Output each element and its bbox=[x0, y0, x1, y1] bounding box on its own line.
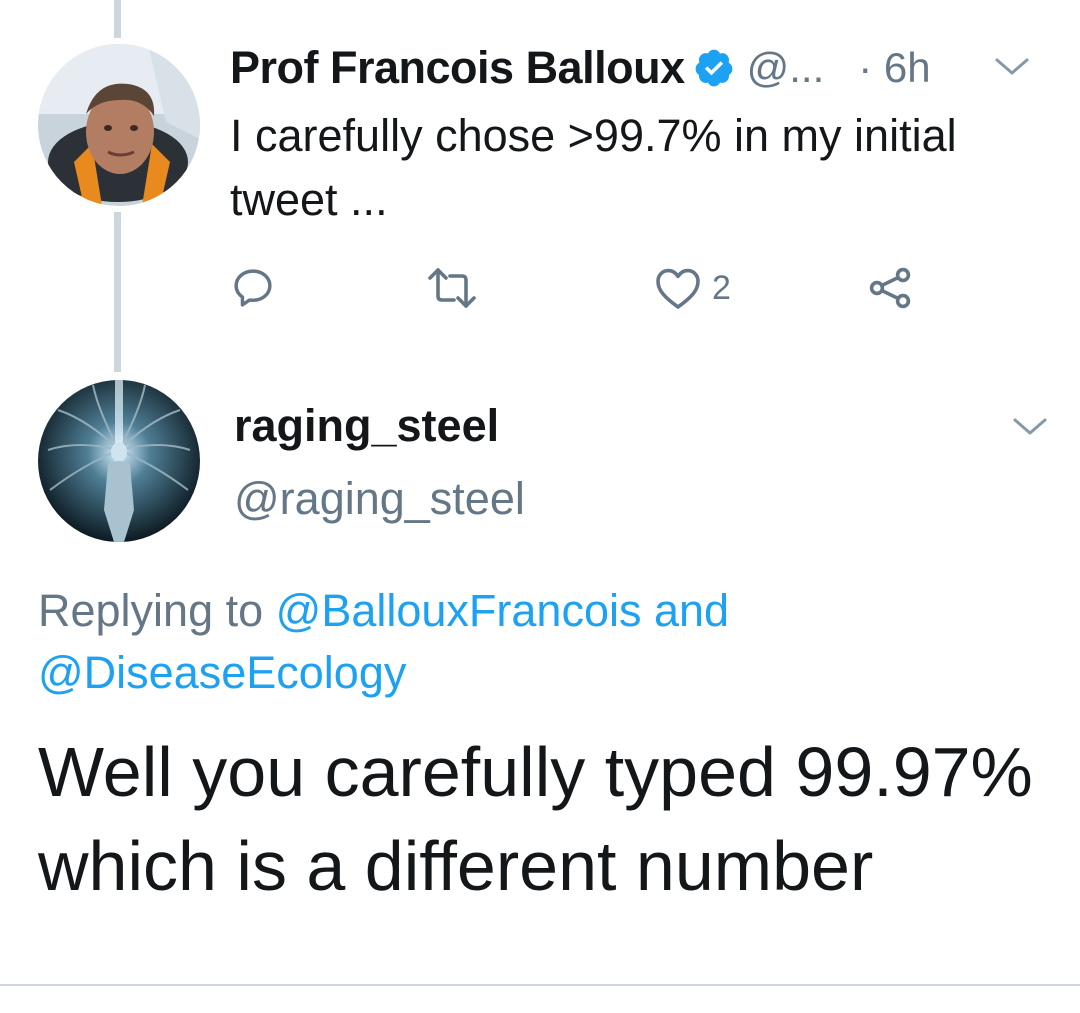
tweet1-handle[interactable]: @... bbox=[747, 44, 825, 92]
chevron-down-icon[interactable] bbox=[990, 52, 1034, 82]
share-icon bbox=[866, 264, 914, 312]
reply-button[interactable] bbox=[230, 258, 286, 318]
retweet-button[interactable] bbox=[426, 258, 488, 318]
tweet2-handle[interactable]: @raging_steel bbox=[234, 473, 525, 525]
verified-badge-icon bbox=[693, 47, 735, 89]
tweet1-timestamp[interactable]: · 6h bbox=[858, 44, 930, 92]
tweet2-display-name[interactable]: raging_steel bbox=[234, 400, 499, 452]
like-button[interactable]: 2 bbox=[654, 258, 731, 318]
retweet-icon bbox=[426, 265, 478, 311]
mention-link-diseaseecology[interactable]: @DiseaseEcology bbox=[38, 647, 406, 698]
divider bbox=[0, 984, 1080, 986]
mention-link-balloux[interactable]: @BallouxFrancois bbox=[276, 585, 642, 636]
tweet1-text: I carefully chose >99.7% in my initial t… bbox=[230, 110, 957, 225]
tweet1-actions: 2 bbox=[230, 258, 1080, 318]
reply-icon bbox=[230, 265, 276, 311]
replying-prefix: Replying to bbox=[38, 585, 276, 636]
tweet1-header: Prof Francois Balloux @... · 6h bbox=[230, 40, 931, 96]
thread-line-top bbox=[114, 0, 121, 38]
heart-icon bbox=[654, 266, 702, 310]
replying-to-line: Replying to @BallouxFrancois and @Diseas… bbox=[38, 580, 1038, 704]
tweet1-display-name[interactable]: Prof Francois Balloux bbox=[230, 42, 685, 94]
like-count: 2 bbox=[712, 268, 731, 307]
chevron-down-icon[interactable] bbox=[1008, 412, 1052, 442]
avatar-balloux[interactable] bbox=[38, 44, 200, 206]
share-button[interactable] bbox=[866, 258, 914, 318]
replying-and[interactable]: and bbox=[641, 585, 729, 636]
tweet2-text: Well you carefully typed 99.97% which is… bbox=[38, 733, 1033, 905]
avatar-raging-steel[interactable] bbox=[38, 380, 200, 542]
thread-line-connector bbox=[114, 212, 121, 372]
